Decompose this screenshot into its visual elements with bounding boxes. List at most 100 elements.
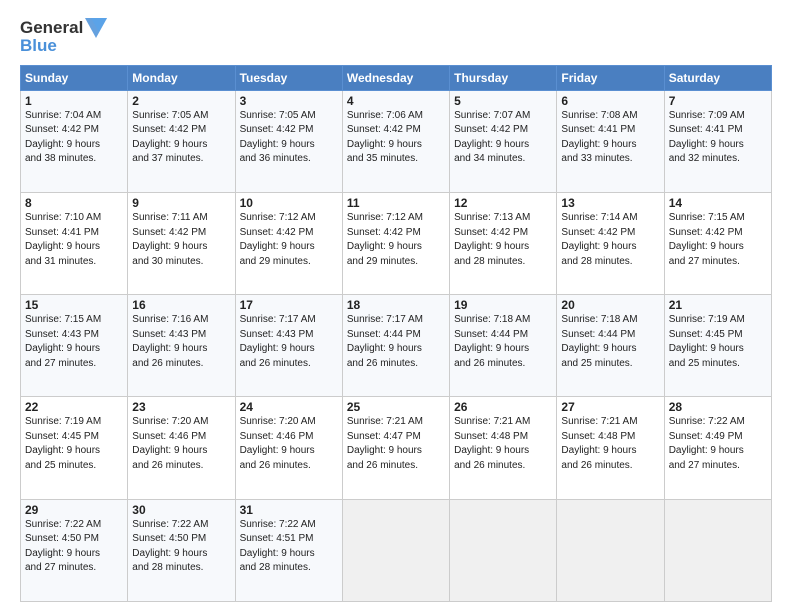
day-info: Sunrise: 7:16 AM Sunset: 4:43 PM Dayligh…: [132, 313, 230, 371]
calendar-day-cell: 28 Sunrise: 7:22 AM Sunset: 4:49 PM Dayl…: [664, 397, 771, 499]
day-number: 23: [132, 400, 230, 414]
day-info: Sunrise: 7:08 AM Sunset: 4:41 PM Dayligh…: [561, 109, 659, 167]
calendar-week-row: 15 Sunrise: 7:15 AM Sunset: 4:43 PM Dayl…: [21, 295, 772, 397]
day-number: 22: [25, 400, 123, 414]
calendar-day-cell: [450, 499, 557, 601]
day-info: Sunrise: 7:14 AM Sunset: 4:42 PM Dayligh…: [561, 211, 659, 269]
day-number: 12: [454, 196, 552, 210]
header: General Blue: [20, 18, 772, 57]
logo: General Blue: [20, 18, 107, 57]
day-info: Sunrise: 7:04 AM Sunset: 4:42 PM Dayligh…: [25, 109, 123, 167]
calendar-day-cell: 13 Sunrise: 7:14 AM Sunset: 4:42 PM Dayl…: [557, 193, 664, 295]
calendar-day-cell: 19 Sunrise: 7:18 AM Sunset: 4:44 PM Dayl…: [450, 295, 557, 397]
day-number: 24: [240, 400, 338, 414]
calendar-day-cell: 12 Sunrise: 7:13 AM Sunset: 4:42 PM Dayl…: [450, 193, 557, 295]
calendar-day-cell: 22 Sunrise: 7:19 AM Sunset: 4:45 PM Dayl…: [21, 397, 128, 499]
day-info: Sunrise: 7:13 AM Sunset: 4:42 PM Dayligh…: [454, 211, 552, 269]
day-number: 29: [25, 503, 123, 517]
calendar-day-cell: 7 Sunrise: 7:09 AM Sunset: 4:41 PM Dayli…: [664, 90, 771, 192]
calendar-day-cell: 6 Sunrise: 7:08 AM Sunset: 4:41 PM Dayli…: [557, 90, 664, 192]
calendar-week-row: 1 Sunrise: 7:04 AM Sunset: 4:42 PM Dayli…: [21, 90, 772, 192]
day-info: Sunrise: 7:22 AM Sunset: 4:50 PM Dayligh…: [25, 518, 123, 576]
calendar-day-cell: 27 Sunrise: 7:21 AM Sunset: 4:48 PM Dayl…: [557, 397, 664, 499]
day-number: 25: [347, 400, 445, 414]
day-number: 20: [561, 298, 659, 312]
calendar-day-cell: 14 Sunrise: 7:15 AM Sunset: 4:42 PM Dayl…: [664, 193, 771, 295]
logo-blue: Blue: [20, 36, 57, 56]
calendar-day-cell: [664, 499, 771, 601]
day-info: Sunrise: 7:15 AM Sunset: 4:42 PM Dayligh…: [669, 211, 767, 269]
calendar-day-cell: 15 Sunrise: 7:15 AM Sunset: 4:43 PM Dayl…: [21, 295, 128, 397]
day-number: 18: [347, 298, 445, 312]
day-info: Sunrise: 7:07 AM Sunset: 4:42 PM Dayligh…: [454, 109, 552, 167]
calendar-day-cell: 8 Sunrise: 7:10 AM Sunset: 4:41 PM Dayli…: [21, 193, 128, 295]
day-number: 9: [132, 196, 230, 210]
calendar-day-cell: 3 Sunrise: 7:05 AM Sunset: 4:42 PM Dayli…: [235, 90, 342, 192]
day-number: 1: [25, 94, 123, 108]
day-info: Sunrise: 7:12 AM Sunset: 4:42 PM Dayligh…: [347, 211, 445, 269]
day-number: 10: [240, 196, 338, 210]
calendar-day-header: Saturday: [664, 65, 771, 90]
day-number: 14: [669, 196, 767, 210]
calendar-day-header: Sunday: [21, 65, 128, 90]
day-info: Sunrise: 7:05 AM Sunset: 4:42 PM Dayligh…: [240, 109, 338, 167]
calendar-day-cell: 18 Sunrise: 7:17 AM Sunset: 4:44 PM Dayl…: [342, 295, 449, 397]
calendar-day-cell: 23 Sunrise: 7:20 AM Sunset: 4:46 PM Dayl…: [128, 397, 235, 499]
calendar-day-cell: 9 Sunrise: 7:11 AM Sunset: 4:42 PM Dayli…: [128, 193, 235, 295]
calendar-day-cell: 10 Sunrise: 7:12 AM Sunset: 4:42 PM Dayl…: [235, 193, 342, 295]
day-number: 8: [25, 196, 123, 210]
calendar-day-cell: 21 Sunrise: 7:19 AM Sunset: 4:45 PM Dayl…: [664, 295, 771, 397]
day-info: Sunrise: 7:22 AM Sunset: 4:51 PM Dayligh…: [240, 518, 338, 576]
day-info: Sunrise: 7:10 AM Sunset: 4:41 PM Dayligh…: [25, 211, 123, 269]
calendar-day-cell: [342, 499, 449, 601]
day-number: 3: [240, 94, 338, 108]
day-info: Sunrise: 7:22 AM Sunset: 4:49 PM Dayligh…: [669, 415, 767, 473]
day-info: Sunrise: 7:09 AM Sunset: 4:41 PM Dayligh…: [669, 109, 767, 167]
calendar-day-cell: 30 Sunrise: 7:22 AM Sunset: 4:50 PM Dayl…: [128, 499, 235, 601]
calendar-day-cell: 26 Sunrise: 7:21 AM Sunset: 4:48 PM Dayl…: [450, 397, 557, 499]
calendar-day-cell: 1 Sunrise: 7:04 AM Sunset: 4:42 PM Dayli…: [21, 90, 128, 192]
day-number: 4: [347, 94, 445, 108]
day-info: Sunrise: 7:12 AM Sunset: 4:42 PM Dayligh…: [240, 211, 338, 269]
day-info: Sunrise: 7:05 AM Sunset: 4:42 PM Dayligh…: [132, 109, 230, 167]
logo-arrow-icon: [85, 18, 107, 38]
day-info: Sunrise: 7:17 AM Sunset: 4:43 PM Dayligh…: [240, 313, 338, 371]
calendar-day-cell: 16 Sunrise: 7:16 AM Sunset: 4:43 PM Dayl…: [128, 295, 235, 397]
day-info: Sunrise: 7:22 AM Sunset: 4:50 PM Dayligh…: [132, 518, 230, 576]
day-number: 27: [561, 400, 659, 414]
day-number: 2: [132, 94, 230, 108]
day-info: Sunrise: 7:20 AM Sunset: 4:46 PM Dayligh…: [132, 415, 230, 473]
calendar-day-header: Monday: [128, 65, 235, 90]
day-number: 7: [669, 94, 767, 108]
calendar-day-cell: 24 Sunrise: 7:20 AM Sunset: 4:46 PM Dayl…: [235, 397, 342, 499]
calendar-day-cell: 11 Sunrise: 7:12 AM Sunset: 4:42 PM Dayl…: [342, 193, 449, 295]
calendar-body: 1 Sunrise: 7:04 AM Sunset: 4:42 PM Dayli…: [21, 90, 772, 601]
day-number: 13: [561, 196, 659, 210]
calendar-week-row: 29 Sunrise: 7:22 AM Sunset: 4:50 PM Dayl…: [21, 499, 772, 601]
day-number: 30: [132, 503, 230, 517]
day-info: Sunrise: 7:06 AM Sunset: 4:42 PM Dayligh…: [347, 109, 445, 167]
day-number: 5: [454, 94, 552, 108]
day-info: Sunrise: 7:19 AM Sunset: 4:45 PM Dayligh…: [669, 313, 767, 371]
calendar-day-cell: 4 Sunrise: 7:06 AM Sunset: 4:42 PM Dayli…: [342, 90, 449, 192]
day-number: 17: [240, 298, 338, 312]
day-info: Sunrise: 7:20 AM Sunset: 4:46 PM Dayligh…: [240, 415, 338, 473]
calendar-header-row: SundayMondayTuesdayWednesdayThursdayFrid…: [21, 65, 772, 90]
day-number: 16: [132, 298, 230, 312]
day-info: Sunrise: 7:21 AM Sunset: 4:47 PM Dayligh…: [347, 415, 445, 473]
calendar-week-row: 22 Sunrise: 7:19 AM Sunset: 4:45 PM Dayl…: [21, 397, 772, 499]
day-number: 28: [669, 400, 767, 414]
calendar-day-cell: [557, 499, 664, 601]
day-info: Sunrise: 7:21 AM Sunset: 4:48 PM Dayligh…: [454, 415, 552, 473]
day-number: 31: [240, 503, 338, 517]
day-number: 26: [454, 400, 552, 414]
day-info: Sunrise: 7:18 AM Sunset: 4:44 PM Dayligh…: [454, 313, 552, 371]
calendar-day-cell: 31 Sunrise: 7:22 AM Sunset: 4:51 PM Dayl…: [235, 499, 342, 601]
day-info: Sunrise: 7:19 AM Sunset: 4:45 PM Dayligh…: [25, 415, 123, 473]
day-info: Sunrise: 7:18 AM Sunset: 4:44 PM Dayligh…: [561, 313, 659, 371]
day-info: Sunrise: 7:21 AM Sunset: 4:48 PM Dayligh…: [561, 415, 659, 473]
day-number: 6: [561, 94, 659, 108]
calendar-day-cell: 20 Sunrise: 7:18 AM Sunset: 4:44 PM Dayl…: [557, 295, 664, 397]
calendar-day-header: Tuesday: [235, 65, 342, 90]
day-info: Sunrise: 7:11 AM Sunset: 4:42 PM Dayligh…: [132, 211, 230, 269]
